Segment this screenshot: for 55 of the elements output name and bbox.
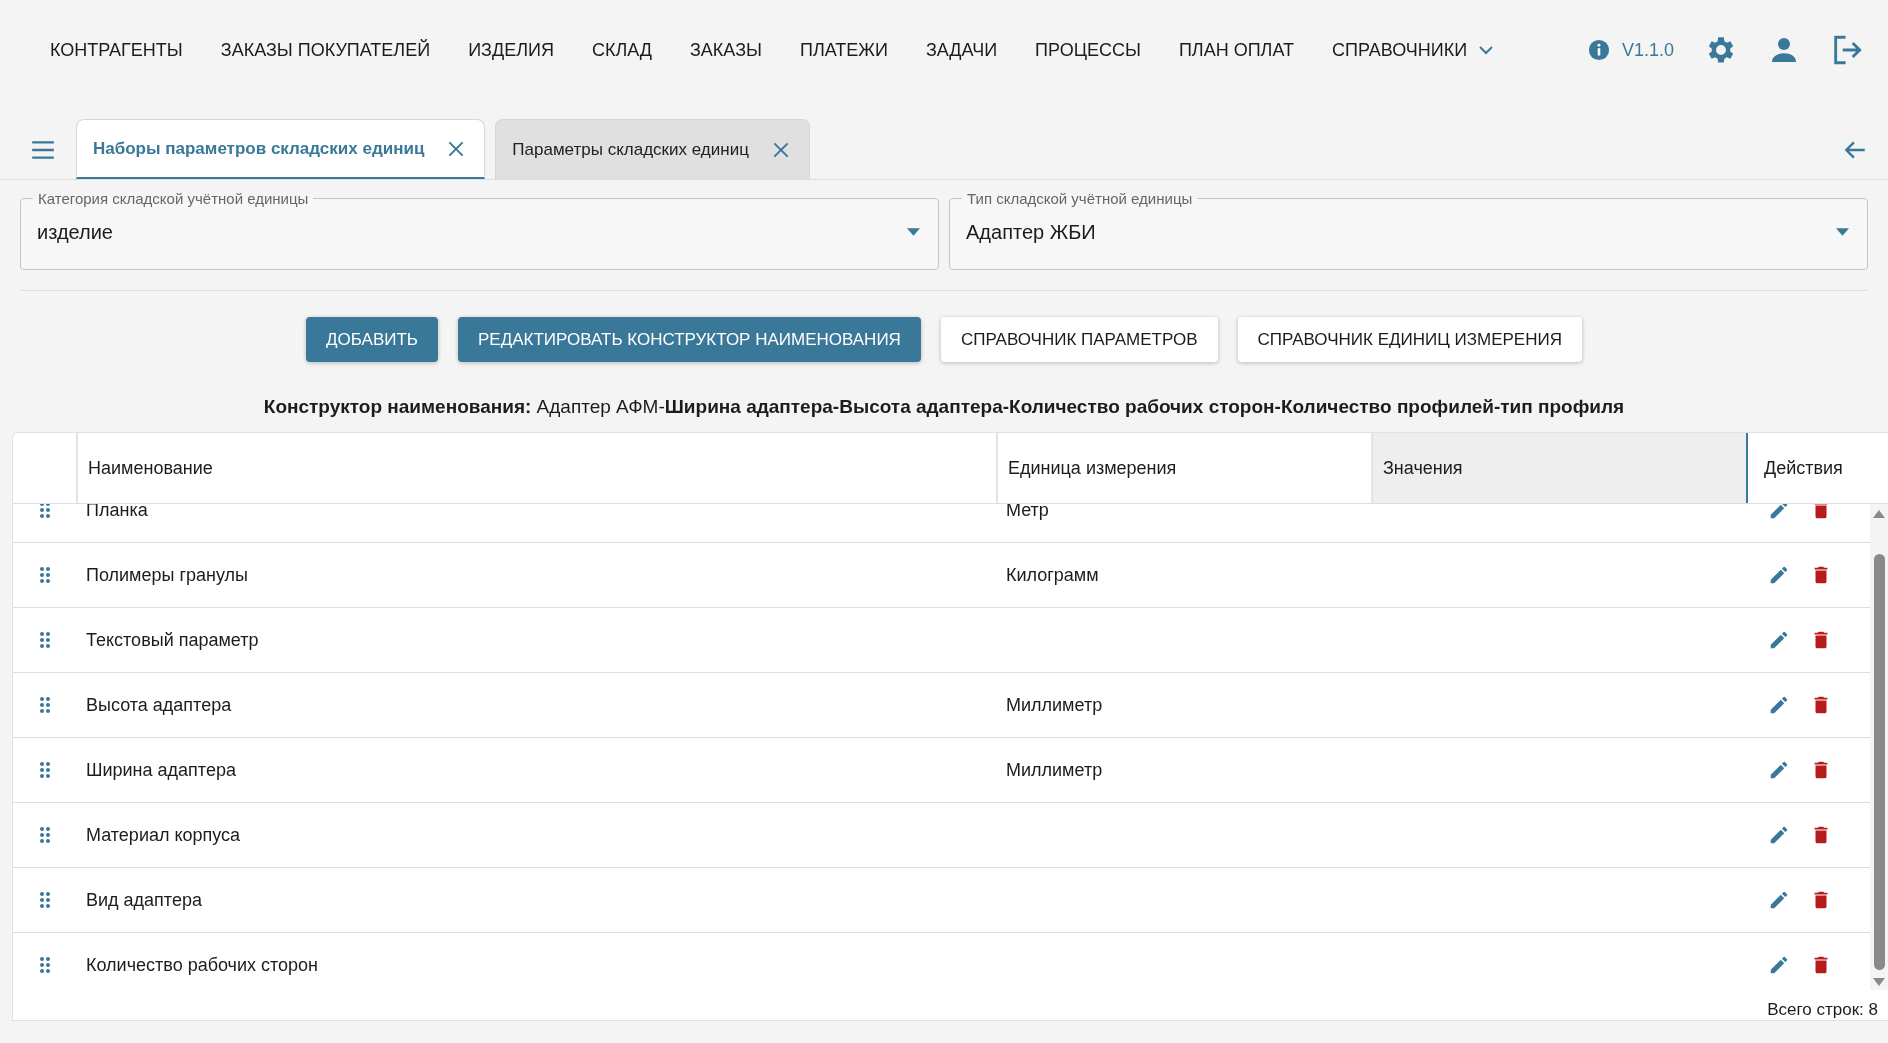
nav-link[interactable]: ЗАДАЧИ	[915, 31, 1008, 69]
table-cell-text: Вид адаптера	[85, 889, 203, 911]
nav-link[interactable]: ИЗДЕЛИЯ	[458, 31, 564, 69]
nav-link[interactable]: СПРАВОЧНИКИ	[1322, 31, 1506, 69]
drag-handle-icon[interactable]	[39, 566, 50, 584]
scroll-down-icon[interactable]	[1873, 978, 1885, 986]
drag-handle-icon[interactable]	[39, 761, 50, 779]
table-cell-text: Килограмм	[1005, 564, 1100, 586]
edit-icon[interactable]	[1768, 954, 1790, 976]
column-header[interactable]: Значения	[1371, 433, 1746, 503]
tab[interactable]: Наборы параметров складских единиц	[76, 119, 486, 179]
drag-handle-icon[interactable]	[39, 504, 50, 519]
version-label: V1.1.0	[1621, 39, 1674, 61]
dropdown-icon	[1836, 228, 1849, 236]
edit-icon[interactable]	[1768, 504, 1790, 521]
drag-handle-icon[interactable]	[39, 826, 50, 844]
drag-handle-icon[interactable]	[39, 891, 50, 909]
select-field[interactable]: Тип складской учётной единицы Адаптер ЖБИ	[949, 190, 1868, 270]
table-cell-text: Количество рабочих сторон	[85, 954, 320, 976]
name-constructor-text: Конструктор наименования: Адаптер АФМ-Ширина адаптера-Высота адаптера-Количество рабочих сторон-Количество профилей-тип профиля	[263, 396, 1625, 418]
scroll-up-icon[interactable]	[1873, 510, 1885, 518]
nav-link[interactable]: ПЛАН ОПЛАТ	[1168, 31, 1304, 69]
nav-link[interactable]: ЗАКАЗЫ	[680, 31, 772, 69]
edit-icon[interactable]	[1768, 824, 1790, 846]
drag-handle-icon[interactable]	[39, 956, 50, 974]
nav-link[interactable]: СКЛАД	[581, 31, 662, 69]
drag-handle-icon[interactable]	[39, 696, 50, 714]
table-cell-text: Материал корпуса	[85, 824, 242, 846]
table-cell-text: Текстовый параметр	[85, 629, 260, 651]
action-button[interactable]: СПРАВОЧНИК ЕДИНИЦ ИЗМЕРЕНИЯ	[1237, 317, 1582, 362]
edit-icon[interactable]	[1768, 629, 1790, 651]
select-field[interactable]: Категория складской учётной единицы изделие	[20, 190, 939, 270]
tab[interactable]: Параметры складских единиц	[495, 119, 810, 179]
nav-link[interactable]: КОНТРАГЕНТЫ	[40, 31, 193, 69]
table-cell-text: Миллиметр	[1005, 694, 1104, 716]
drag-handle-icon[interactable]	[39, 631, 50, 649]
edit-icon[interactable]	[1768, 889, 1790, 911]
nav-link[interactable]: ПЛАТЕЖИ	[789, 31, 898, 69]
edit-icon[interactable]	[1768, 564, 1790, 586]
edit-icon[interactable]	[1768, 759, 1790, 781]
row-count: Всего строк: 8	[1767, 1000, 1878, 1020]
column-header[interactable]: Наименование	[76, 433, 996, 503]
table-cell-text: Ширина адаптера	[85, 759, 237, 781]
action-button[interactable]: ДОБАВИТЬ	[306, 317, 438, 362]
scrollbar[interactable]	[1870, 504, 1888, 990]
action-button[interactable]: РЕДАКТИРОВАТЬ КОНСТРУКТОР НАИМЕНОВАНИЯ	[458, 317, 921, 362]
nav-link[interactable]: ЗАКАЗЫ ПОКУПАТЕЛЕЙ	[210, 31, 441, 69]
nav-link[interactable]: ПРОЦЕССЫ	[1025, 31, 1151, 69]
table-cell-text: Высота адаптера	[85, 694, 233, 716]
edit-icon[interactable]	[1768, 694, 1790, 716]
action-button[interactable]: СПРАВОЧНИК ПАРАМЕТРОВ	[940, 317, 1218, 362]
info-icon[interactable]	[1587, 39, 1610, 61]
table-cell-text: Полимеры гранулы	[85, 564, 250, 586]
dropdown-icon	[907, 228, 920, 236]
table-cell-text: Миллиметр	[1005, 759, 1104, 781]
